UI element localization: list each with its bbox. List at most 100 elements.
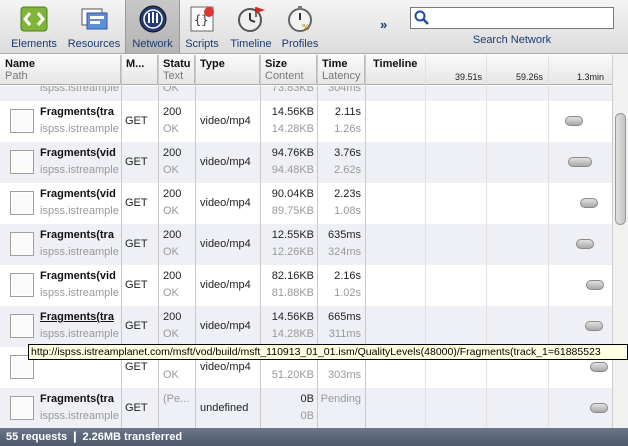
table-row[interactable]: Fragments(tra ispss.istreample GET 200 O… <box>0 101 628 142</box>
file-icon <box>10 232 34 256</box>
request-path: ispss.istreample <box>40 164 119 176</box>
mime-type: undefined <box>200 402 249 414</box>
scrollbar-thumb[interactable] <box>615 113 626 225</box>
file-icon <box>10 191 34 215</box>
request-name: Fragments(vid <box>40 188 116 200</box>
column-divider <box>195 55 196 428</box>
mime-type: video/mp4 <box>200 279 251 291</box>
mime-type: video/mp4 <box>200 320 251 332</box>
table-row[interactable]: Fragments(tra ispss.istreample GET 200 O… <box>0 306 628 347</box>
status-text: OK <box>163 246 179 258</box>
profiles-icon: % <box>285 4 315 34</box>
column-status-text-label: Text <box>163 70 184 82</box>
column-name[interactable]: Name Path <box>0 55 121 85</box>
column-status[interactable]: Statu Text <box>158 55 195 85</box>
request-path: ispss.istreample <box>40 246 119 258</box>
total-time: 665ms <box>327 311 361 323</box>
latency: 304ms <box>327 86 361 94</box>
column-size[interactable]: Size Content <box>260 55 317 85</box>
total-time: 2.11s <box>334 106 361 118</box>
timeline-icon <box>236 4 266 34</box>
search-label: Search Network <box>472 34 552 46</box>
table-row[interactable]: Fragments(vid ispss.istreample GET 200 O… <box>0 142 628 183</box>
content-size: 89.75KB <box>271 205 314 217</box>
request-method: GET <box>125 156 148 168</box>
column-name-label: Name <box>5 58 35 70</box>
column-divider <box>317 55 318 428</box>
column-timeline-label: Timeline <box>373 58 418 70</box>
status-code: 200 <box>163 106 182 118</box>
content-size: 14.28KB <box>271 123 314 135</box>
search-box <box>410 7 614 29</box>
column-path-label: Path <box>5 70 28 82</box>
network-icon <box>138 4 168 34</box>
latency: 1.26s <box>334 123 361 135</box>
status-text: OK <box>163 86 179 94</box>
more-tools-button[interactable]: » <box>380 17 387 32</box>
tab-scripts[interactable]: {} Scripts <box>181 0 223 53</box>
status-bar: 55 requests ❙ 2.26MB transferred <box>0 428 628 446</box>
timeline-bar <box>576 239 594 249</box>
status-code: (Pe... <box>163 393 190 405</box>
mime-type: video/mp4 <box>200 115 251 127</box>
column-time-label: Time <box>322 58 348 70</box>
elements-icon <box>19 4 49 34</box>
timeline-bar <box>568 157 592 167</box>
timeline-bar <box>590 403 608 413</box>
status-text: OK <box>163 287 179 299</box>
status-text: OK <box>163 328 179 340</box>
mime-type: video/mp4 <box>200 156 251 168</box>
tab-resources-label: Resources <box>67 38 121 50</box>
table-row[interactable]: Fragments(vid ispss.istreample GET 200 O… <box>0 265 628 306</box>
search-icon <box>414 10 430 29</box>
tab-timeline[interactable]: Timeline <box>225 0 277 53</box>
table-row[interactable]: Fragments(tra ispss.istreample GET 200 O… <box>0 224 628 265</box>
column-timeline[interactable]: Timeline <box>365 55 612 85</box>
request-method: GET <box>125 361 148 373</box>
transfer-size: 90.04KB <box>271 188 314 200</box>
file-icon <box>10 109 34 133</box>
latency: 303ms <box>327 369 361 381</box>
status-code: 200 <box>163 147 182 159</box>
content-size: 0B <box>300 410 314 422</box>
timeline-gridline <box>486 55 487 428</box>
table-row[interactable]: Fragments(tra ispss.istreample GET (Pe..… <box>0 388 628 428</box>
svg-text:%: % <box>302 23 310 32</box>
network-requests-grid: ispss.istreample OK 73.83KB 304ms Fragme… <box>0 86 628 428</box>
search-input[interactable] <box>433 9 613 27</box>
timeline-tick: 1.3min <box>577 72 605 82</box>
column-divider <box>365 55 366 428</box>
tab-resources[interactable]: Resources <box>64 0 124 53</box>
table-row[interactable]: Fragments(vid ispss.istreample GET 200 O… <box>0 183 628 224</box>
request-path: ispss.istreample <box>40 410 119 422</box>
total-time: 2.16s <box>334 270 361 282</box>
content-size: 12.26KB <box>271 246 314 258</box>
column-type-label: Type <box>200 58 225 70</box>
request-method: GET <box>125 115 148 127</box>
timeline-bar <box>585 321 603 331</box>
table-header: Name Path M... Statu Text Type Size Cont… <box>0 55 628 85</box>
request-path: ispss.istreample <box>40 86 119 94</box>
status-text: OK <box>163 369 179 381</box>
request-method: GET <box>125 320 148 332</box>
column-type[interactable]: Type <box>195 55 260 85</box>
transfer-size: 94.76KB <box>271 147 314 159</box>
tab-elements[interactable]: Elements <box>4 0 64 53</box>
column-method[interactable]: M... <box>121 55 158 85</box>
tab-network-label: Network <box>132 38 173 50</box>
total-time: 635ms <box>327 229 361 241</box>
column-divider <box>121 55 122 428</box>
timeline-bar <box>565 116 583 126</box>
column-divider <box>158 55 159 428</box>
file-icon <box>10 396 34 420</box>
status-code: 200 <box>163 311 182 323</box>
table-row[interactable]: ispss.istreample OK 73.83KB 304ms <box>0 86 628 101</box>
transfer-size: 82.16KB <box>271 270 314 282</box>
total-time: 3.76s <box>334 147 361 159</box>
latency: 2.62s <box>334 164 361 176</box>
vertical-scrollbar[interactable] <box>612 55 628 428</box>
column-latency-label: Latency <box>322 70 361 82</box>
column-time[interactable]: Time Latency <box>317 55 365 85</box>
tab-network[interactable]: Network <box>125 0 180 53</box>
tab-profiles[interactable]: % Profiles <box>277 0 323 53</box>
